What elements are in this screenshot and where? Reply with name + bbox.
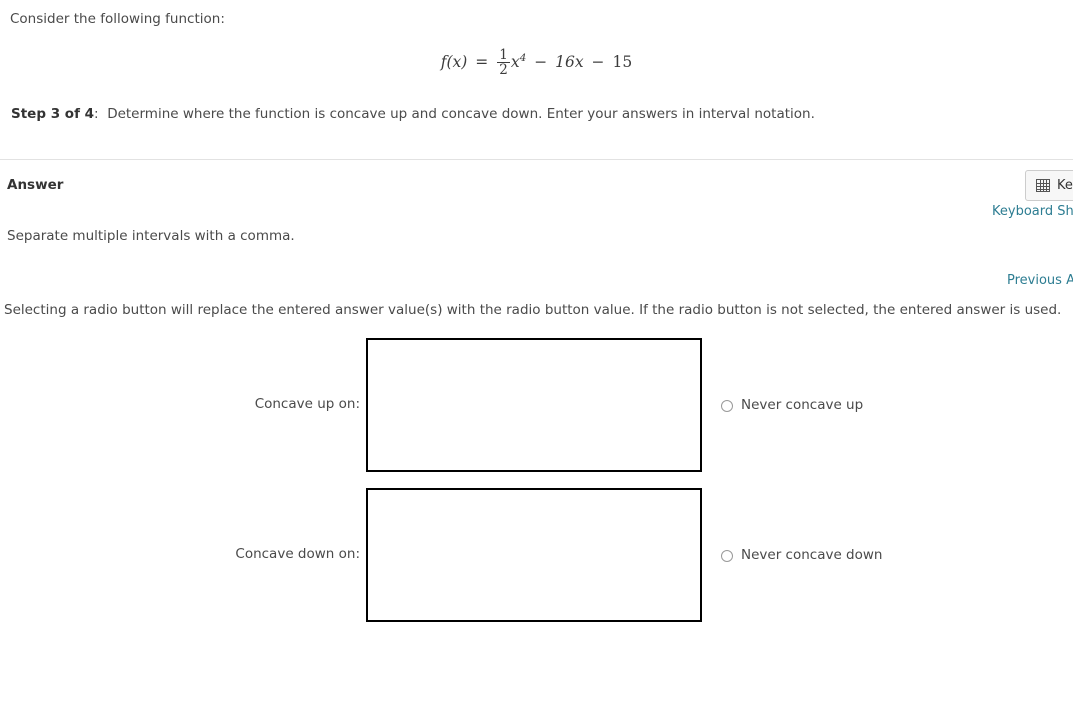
fraction-numerator: 1 [499,46,508,63]
radio-icon[interactable] [721,399,733,412]
section-divider [0,159,1073,160]
formula-exponent: 4 [519,51,527,64]
formula-lhs: f(x) [440,53,468,72]
formula-term2: 16x [555,53,584,72]
formula-variable: x [510,53,520,72]
formula-fraction: 1 2 [497,46,510,79]
concave-down-input[interactable] [366,488,702,622]
formula-term3-operator: − [591,53,605,72]
keypad-button-label: Keypad [1057,178,1073,193]
radio-icon[interactable] [721,549,733,562]
answer-heading: Answer [7,177,64,193]
step-instruction: Step 3 of 4: Determine where the functio… [11,106,815,122]
answer-hint: Separate multiple intervals with a comma… [7,228,295,244]
radio-button-note: Selecting a radio button will replace th… [4,302,1062,318]
never-concave-down-option[interactable]: Never concave down [721,547,883,563]
previous-answers-link[interactable]: Previous Answers [1007,273,1073,288]
step-label: Step 3 of 4 [11,106,95,122]
step-text: Determine where the function is concave … [107,106,815,122]
keyboard-shortcuts-link[interactable]: Keyboard Shortcuts [992,204,1073,219]
formula-equals: = [475,53,489,72]
keypad-button[interactable]: Keypad [1025,170,1073,201]
concave-up-label: Concave up on: [254,396,360,412]
formula-term3: 15 [612,53,633,72]
formula-expression: f(x) = 1 2 x4 − 16x − 15 [440,46,633,79]
concave-down-label: Concave down on: [235,546,360,562]
function-formula: f(x) = 1 2 x4 − 16x − 15 [0,46,1073,79]
step-separator: : [94,106,99,122]
problem-page: Consider the following function: f(x) = … [0,0,1073,707]
never-concave-up-label: Never concave up [741,397,864,413]
never-concave-down-label: Never concave down [741,547,883,563]
concave-up-input[interactable] [366,338,702,472]
formula-term2-operator: − [534,53,548,72]
fraction-denominator: 2 [497,62,510,79]
problem-prompt: Consider the following function: [10,11,225,27]
grid-keypad-icon [1036,179,1050,192]
never-concave-up-option[interactable]: Never concave up [721,397,864,413]
